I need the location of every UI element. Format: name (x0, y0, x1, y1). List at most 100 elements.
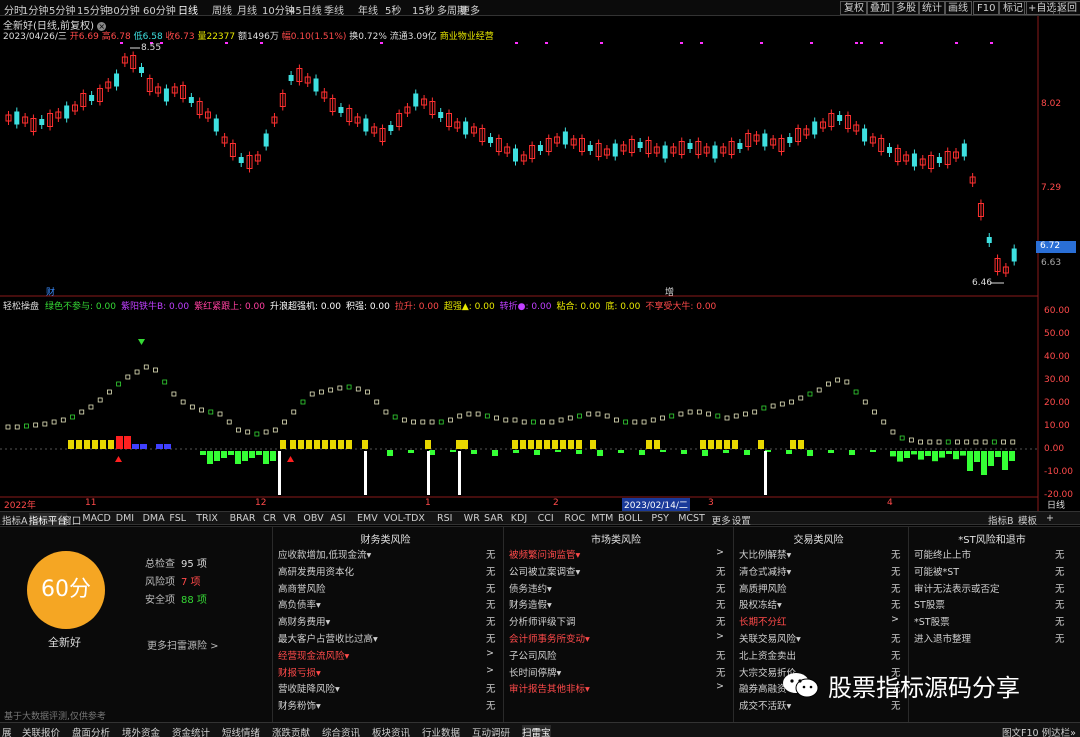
risk-item[interactable]: 北上资金卖出 (739, 648, 796, 662)
indicator-tab[interactable]: WR (464, 513, 480, 524)
indicator-tab[interactable]: BRAR (230, 513, 256, 524)
indicator-tab[interactable]: SAR (484, 513, 503, 524)
risk-item[interactable]: 大比例解禁▾ (739, 547, 791, 561)
bottom-tab[interactable]: 展 (2, 725, 12, 737)
bottom-right-link[interactable]: 图文F10 例达栏» (1002, 725, 1076, 737)
indicator-tab[interactable]: MTM (591, 513, 613, 524)
more-scan-link[interactable]: 更多扫雷源险 > (147, 637, 219, 652)
bottom-tab[interactable]: 涨跌贡献 (272, 725, 310, 737)
risk-item[interactable]: 股权冻结▾ (739, 597, 782, 611)
oscillator-mark (899, 435, 905, 441)
risk-item[interactable]: 财务粉饰▾ (278, 698, 321, 712)
indicator-bar (904, 451, 910, 458)
oscillator-mark (438, 419, 444, 425)
risk-item[interactable]: 高商誉风险 (278, 581, 326, 595)
risk-item-value: 无 (486, 550, 496, 561)
bottom-tab[interactable]: 扫雷宝 (522, 725, 551, 737)
indicator-tab[interactable]: TRIX (196, 513, 218, 524)
time-axis-label: 12 (255, 498, 267, 508)
indicator-tab[interactable]: BOLL (618, 513, 642, 524)
bottom-tab[interactable]: 境外资金 (122, 725, 160, 737)
indicator-tab[interactable]: MACD (82, 513, 110, 524)
oscillator-mark (365, 389, 370, 395)
indicator-tab[interactable]: 指标平台 (28, 513, 67, 527)
indicator-bar (76, 440, 82, 449)
indicator-tab[interactable]: RSI (437, 513, 452, 524)
oscillator-mark (79, 409, 85, 415)
risk-item[interactable]: 可能被*ST (914, 564, 959, 578)
indicator-tab[interactable]: DMA (143, 513, 165, 524)
risk-item[interactable]: 被频繁问询监管▾ (509, 547, 580, 561)
risk-item[interactable]: 关联交易风险▾ (739, 631, 801, 645)
indicator-tab[interactable]: 设置 (732, 513, 751, 527)
risk-item[interactable]: 经营现金流风险▾ (278, 648, 349, 662)
bottom-tab[interactable]: 短线情绪 (222, 725, 260, 737)
risk-item[interactable]: 成交不活跃▾ (739, 698, 791, 712)
risk-item[interactable]: 债务违约▾ (509, 581, 552, 595)
indicator-tab[interactable]: VOL-TDX (384, 513, 425, 524)
risk-item[interactable]: 融券高融资 (739, 681, 787, 695)
risk-item[interactable]: 应收款增加,低现金流▾ (278, 547, 371, 561)
risk-item[interactable]: 公司被立案调查▾ (509, 564, 580, 578)
risk-item[interactable]: ST股票 (914, 597, 945, 611)
indicator-tab-right[interactable]: + (1046, 513, 1054, 524)
risk-item[interactable]: 高质押风险 (739, 581, 787, 595)
risk-item-value: 无 (891, 583, 901, 595)
candle (463, 121, 469, 135)
candle (114, 73, 120, 87)
bottom-tab[interactable]: 综合资讯 (322, 725, 360, 737)
risk-item[interactable]: 营收陡降风险▾ (278, 681, 340, 695)
indicator-tab[interactable]: MCST (678, 513, 705, 524)
indicator-tab[interactable]: CR (263, 513, 276, 524)
risk-item-value: 无 (716, 650, 726, 662)
event-marker[interactable]: 增 (665, 285, 674, 298)
risk-item[interactable]: 子公司风险 (509, 648, 557, 662)
risk-item[interactable]: 财务造假▾ (509, 597, 552, 611)
indicator-tab[interactable]: 更多 (712, 513, 731, 527)
risk-item[interactable]: 清仓式减持▾ (739, 564, 791, 578)
indicator-tab[interactable]: ASI (330, 513, 345, 524)
bottom-tab[interactable]: 行业数据 (422, 725, 460, 737)
bottom-tab[interactable]: 盘面分析 (72, 725, 110, 737)
risk-item[interactable]: 审计报告其他非标▾ (509, 681, 590, 695)
risk-item[interactable]: *ST股票 (914, 614, 950, 628)
indicator-tab[interactable]: VR (283, 513, 296, 524)
indicator-tab[interactable]: 指标A (2, 513, 28, 527)
event-marker[interactable]: 财 (46, 285, 55, 298)
indicator-tab-right[interactable]: 模板 (1018, 513, 1037, 527)
bottom-tab[interactable]: 资金统计 (172, 725, 210, 737)
bottom-tab[interactable]: 互动调研 (472, 725, 510, 737)
risk-item[interactable]: 可能终止上市 (914, 547, 971, 561)
bottom-tab[interactable]: 关联报价 (22, 725, 60, 737)
risk-item[interactable]: 最大客户占营收比过高▾ (278, 631, 378, 645)
bottom-tab[interactable]: 板块资讯 (372, 725, 410, 737)
risk-item[interactable]: 分析师评级下调 (509, 614, 576, 628)
risk-item[interactable]: 高负债率▾ (278, 597, 321, 611)
indicator-tab[interactable]: PSY (651, 513, 669, 524)
indicator-bar (798, 440, 804, 449)
risk-item[interactable]: 会计师事务所变动▾ (509, 631, 590, 645)
indicator-tab[interactable]: FSL (169, 513, 186, 524)
chart-area[interactable] (0, 0, 1080, 512)
indicator-tab[interactable]: OBV (303, 513, 323, 524)
risk-item[interactable]: 长时间停牌▾ (509, 665, 561, 679)
risk-item[interactable]: 高研发费用资本化 (278, 564, 354, 578)
risk-item[interactable]: 高财务费用▾ (278, 614, 330, 628)
indicator-tab[interactable]: CCI (538, 513, 554, 524)
indicator-tab[interactable]: DMI (116, 513, 134, 524)
risk-item[interactable]: 审计无法表示或否定 (914, 581, 1000, 595)
risk-item[interactable]: 进入退市整理 (914, 631, 971, 645)
indicator-tab[interactable]: KDJ (511, 513, 527, 524)
oscillator-mark (724, 415, 730, 421)
indicator-tab[interactable]: 窗口 (62, 513, 81, 527)
indicator-tabs: 指标A 指标平台 窗口 MACD DMI DMA FSL TRIX BRAR CR VR OBV ASI… (0, 511, 1080, 527)
indicator-bar (140, 444, 147, 449)
risk-item[interactable]: 长期不分红 (739, 614, 787, 628)
indicator-value: 紫阳铁牛B: 0.00 (120, 302, 190, 312)
risk-item[interactable]: 财报亏损▾ (278, 665, 321, 679)
indicator-tab-right[interactable]: 指标B (988, 513, 1014, 527)
candle (288, 75, 294, 81)
oscillator-mark (171, 391, 177, 397)
indicator-tab[interactable]: ROC (564, 513, 585, 524)
indicator-tab[interactable]: EMV (357, 513, 378, 524)
